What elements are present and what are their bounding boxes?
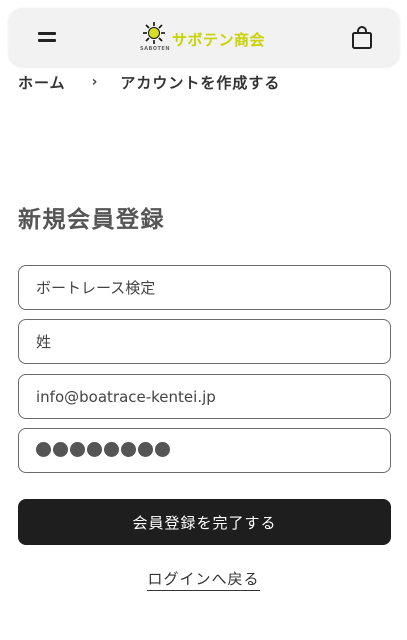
shopping-bag-icon xyxy=(352,26,372,49)
page-title: 新規会員登録 xyxy=(18,207,165,233)
logo-mark: SABOTEN xyxy=(139,21,171,57)
site-header: SABOTEN サボテン商会 xyxy=(9,8,399,66)
hamburger-icon-line xyxy=(38,32,56,35)
back-to-login-link[interactable]: ログインへ戻る xyxy=(147,570,260,591)
name-field-1[interactable] xyxy=(18,265,391,310)
email-field[interactable] xyxy=(18,374,391,419)
menu-button[interactable] xyxy=(35,26,59,50)
breadcrumb-current: アカウントを作成する xyxy=(120,73,281,92)
breadcrumb-separator: › xyxy=(91,74,99,90)
logo-subtext: SABOTEN xyxy=(139,46,171,52)
last-name-field[interactable] xyxy=(18,319,391,364)
login-link-wrap: ログインへ戻る xyxy=(0,568,407,591)
hamburger-icon-line xyxy=(38,39,56,42)
logo-text: サボテン商会 xyxy=(172,30,266,49)
sun-icon xyxy=(143,22,165,44)
site-logo[interactable]: SABOTEN サボテン商会 xyxy=(140,20,265,58)
register-submit-button[interactable]: 会員登録を完了する xyxy=(18,499,391,545)
cart-button[interactable] xyxy=(350,25,374,51)
breadcrumb-home-link[interactable]: ホーム xyxy=(18,72,66,93)
breadcrumb: ホーム › アカウントを作成する xyxy=(18,70,280,94)
password-field[interactable] xyxy=(18,428,391,473)
